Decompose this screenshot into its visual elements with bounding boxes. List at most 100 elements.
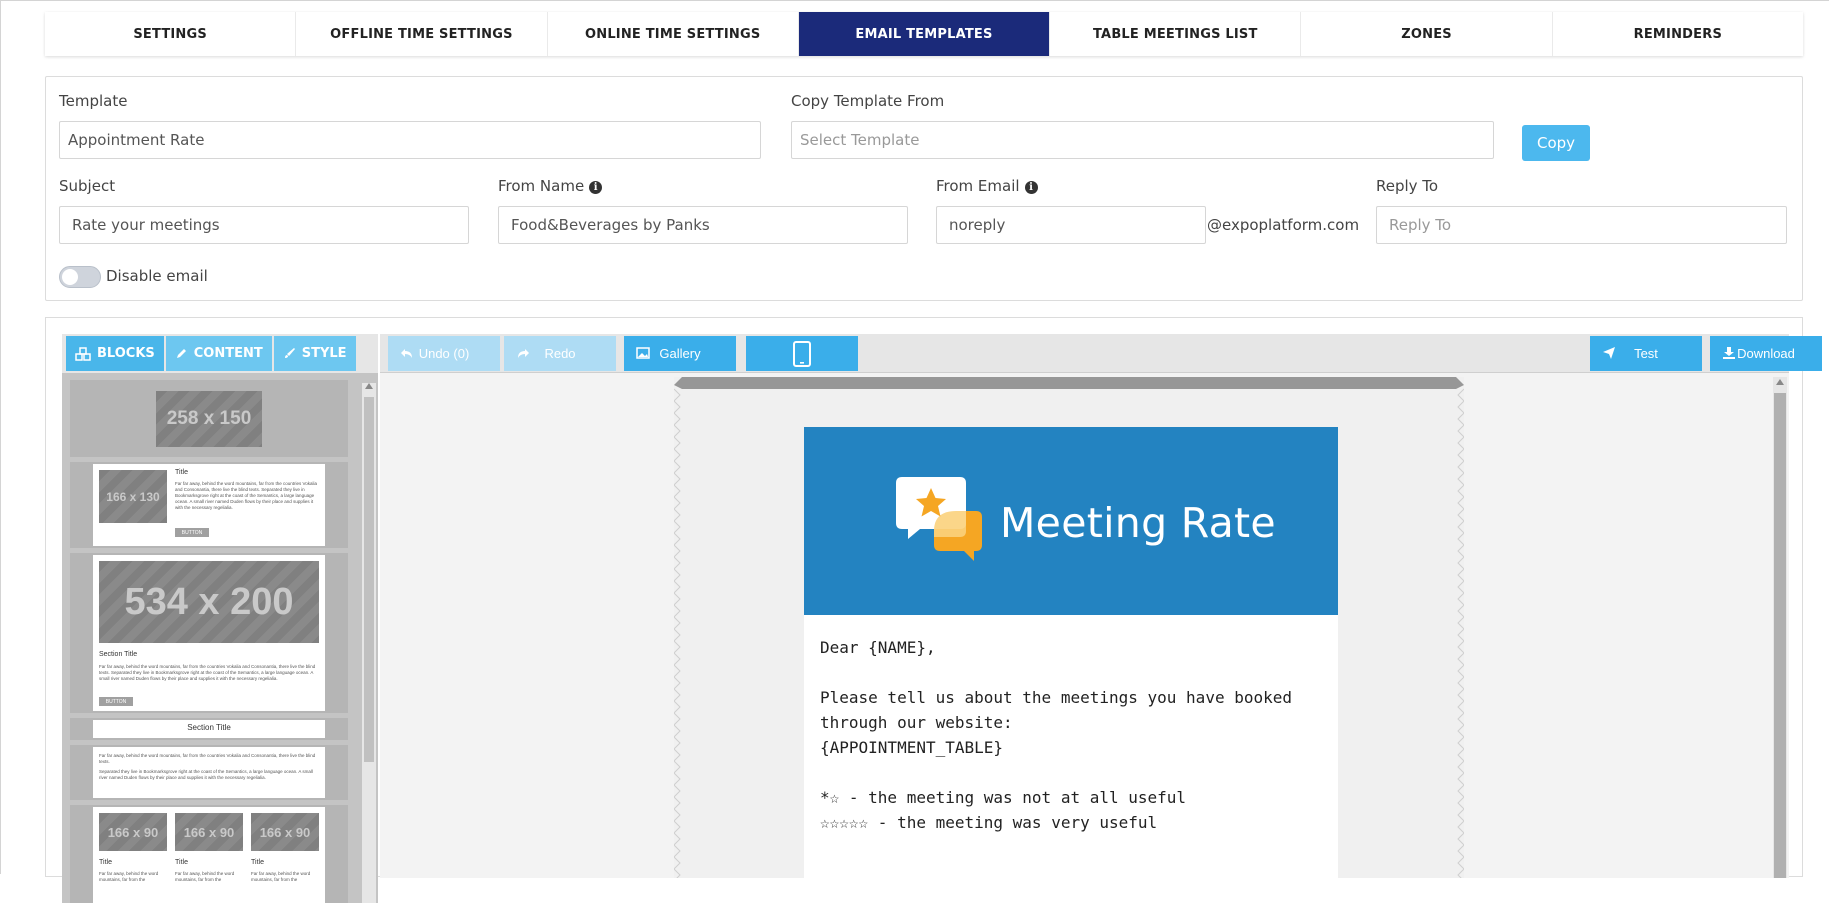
tab-content-label: CONTENT: [193, 346, 263, 361]
reply-to-field[interactable]: Reply To: [1376, 206, 1787, 244]
email-header-title: Meeting Rate: [1000, 499, 1276, 547]
gallery-label: Gallery: [659, 346, 701, 361]
block-three-columns[interactable]: 166 x 90 166 x 90 166 x 90 Title Title T…: [70, 805, 348, 903]
from-email-field[interactable]: noreply: [936, 206, 1206, 244]
placeholder-image: 258 x 150: [156, 391, 262, 447]
block-text[interactable]: Far far away, behind the word mountains,…: [70, 745, 348, 800]
email-preview: Meeting Rate Dear {NAME}, Please tell us…: [674, 377, 1464, 878]
tab-blocks-label: BLOCKS: [97, 346, 155, 361]
email-rating-high: ☆☆☆☆☆ - the meeting was very useful: [820, 813, 1158, 832]
block-title: Section Title: [187, 723, 231, 732]
tab-style[interactable]: STYLE: [273, 336, 356, 371]
disable-email-toggle[interactable]: [59, 266, 101, 288]
block-text: Far far away, behind the word mountains,…: [99, 664, 316, 681]
email-body[interactable]: Dear {NAME}, Please tell us about the me…: [804, 615, 1338, 878]
tab-offline-time-settings[interactable]: OFFLINE TIME SETTINGS: [296, 12, 548, 56]
block-title: Title: [251, 859, 264, 866]
tab-reminders[interactable]: REMINDERS: [1553, 12, 1803, 56]
page-frame: SETTINGS OFFLINE TIME SETTINGS ONLINE TI…: [0, 0, 1829, 903]
tab-content[interactable]: CONTENT: [165, 336, 272, 371]
email-canvas: Meeting Rate Dear {NAME}, Please tell us…: [380, 373, 1789, 878]
editor-sidebar-tabs: BLOCKS CONTENT STYLE: [62, 334, 378, 373]
info-icon[interactable]: i: [589, 181, 603, 194]
placeholder-image: 166 x 130: [99, 470, 167, 523]
email-appointment-table: {APPOINTMENT_TABLE}: [820, 738, 1004, 757]
undo-button[interactable]: Undo (0): [388, 336, 500, 371]
template-form: Template Appointment Rate Copy Template …: [45, 76, 1803, 301]
copy-template-select[interactable]: Select Template: [791, 121, 1494, 159]
block-section-title[interactable]: Section Title: [70, 718, 348, 740]
info-icon[interactable]: i: [1024, 181, 1038, 194]
block-inner: 534 x 200 Section Title Far far away, be…: [93, 555, 325, 711]
mobile-preview-button[interactable]: [746, 336, 858, 371]
test-label: Test: [1634, 346, 1658, 361]
tab-blocks[interactable]: BLOCKS: [66, 336, 164, 371]
gallery-button[interactable]: Gallery: [624, 336, 736, 371]
block-hero[interactable]: 534 x 200 Section Title Far far away, be…: [70, 553, 348, 713]
block-text: Far far away, behind the word mountains,…: [175, 481, 317, 510]
subject-label: Subject: [59, 177, 116, 195]
blocks-list: 258 x 150 166 x 130 Title Far far away, …: [62, 373, 378, 903]
copy-button[interactable]: Copy: [1522, 125, 1590, 161]
from-name-label: From Name i: [498, 177, 603, 195]
block-button: BUTTON: [175, 528, 209, 537]
block-text-para: Separated they live in Bookmarksgrove ri…: [99, 769, 313, 780]
pencil-icon: [176, 349, 186, 358]
from-email-domain: @expoplatform.com: [1207, 216, 1360, 234]
template-field[interactable]: Appointment Rate: [59, 121, 761, 159]
block-title: Title: [99, 859, 112, 866]
editor-sidebar: BLOCKS CONTENT STYLE 258 x 150 166 x 130…: [62, 334, 378, 903]
scrollbar-thumb[interactable]: [1774, 393, 1786, 878]
undo-label: Undo (0): [418, 346, 470, 361]
scroll-up-icon[interactable]: [1776, 379, 1784, 385]
toggle-knob: [62, 269, 78, 285]
redo-button[interactable]: Redo: [504, 336, 616, 371]
block-inner: 166 x 130 Title Far far away, behind the…: [93, 464, 325, 546]
tab-settings[interactable]: SETTINGS: [45, 12, 297, 56]
tab-style-label: STYLE: [301, 346, 347, 361]
block-image-full[interactable]: 258 x 150: [70, 380, 348, 457]
settings-tabs: SETTINGS OFFLINE TIME SETTINGS ONLINE TI…: [45, 12, 1803, 56]
email-greeting: Dear {NAME},: [820, 638, 936, 657]
redo-label: Redo: [544, 346, 576, 361]
scrollbar-thumb[interactable]: [364, 397, 374, 762]
block-button: BUTTON: [99, 697, 133, 706]
email-intro: Please tell us about the meetings you ha…: [820, 688, 1293, 732]
email-editor: BLOCKS CONTENT STYLE 258 x 150 166 x 130…: [45, 317, 1822, 903]
block-inner: 166 x 90 166 x 90 166 x 90 Title Title T…: [93, 807, 325, 903]
from-name-field[interactable]: Food&Beverages by Panks: [498, 206, 908, 244]
scroll-up-icon[interactable]: [365, 383, 373, 389]
block-image-text[interactable]: 166 x 130 Title Far far away, behind the…: [70, 462, 348, 548]
tab-online-time-settings[interactable]: ONLINE TIME SETTINGS: [548, 12, 799, 56]
placeholder-image: 534 x 200: [99, 561, 319, 643]
email-header-banner[interactable]: Meeting Rate: [804, 427, 1338, 615]
reply-to-label: Reply To: [1376, 177, 1439, 195]
test-button[interactable]: Test: [1590, 336, 1702, 371]
canvas-scrollbar[interactable]: [1773, 377, 1787, 878]
block-title: Section Title: [99, 651, 138, 658]
tab-zones[interactable]: ZONES: [1301, 12, 1553, 56]
cubes-icon: [75, 346, 91, 361]
copy-template-from-label: Copy Template From: [791, 92, 945, 110]
tab-email-templates[interactable]: EMAIL TEMPLATES: [798, 12, 1051, 56]
blocks-scrollbar[interactable]: [362, 383, 376, 903]
download-button[interactable]: Download: [1710, 336, 1822, 371]
block-text-para: Far far away, behind the word mountains,…: [99, 753, 316, 764]
from-name-label-text: From Name: [498, 177, 585, 195]
download-label: Download: [1737, 346, 1795, 361]
block-title: Title: [175, 469, 188, 476]
brush-icon: [284, 348, 295, 358]
block-inner: Section Title: [93, 720, 325, 738]
block-text: Far far away, behind the word mountains,…: [175, 871, 235, 882]
block-text: Far far away, behind the word mountains,…: [99, 871, 159, 882]
rating-chat-icon: [896, 477, 982, 561]
from-email-label: From Email i: [936, 177, 1038, 195]
placeholder-image: 166 x 90: [175, 813, 243, 851]
block-title: Title: [175, 859, 188, 866]
tab-table-meetings-list[interactable]: TABLE MEETINGS LIST: [1050, 12, 1302, 56]
block-inner: Far far away, behind the word mountains,…: [93, 747, 325, 798]
placeholder-image: 166 x 90: [251, 813, 319, 851]
subject-field[interactable]: Rate your meetings: [59, 206, 469, 244]
disable-email-label: Disable email: [106, 267, 208, 285]
block-text: Far far away, behind the word mountains,…: [251, 871, 311, 882]
